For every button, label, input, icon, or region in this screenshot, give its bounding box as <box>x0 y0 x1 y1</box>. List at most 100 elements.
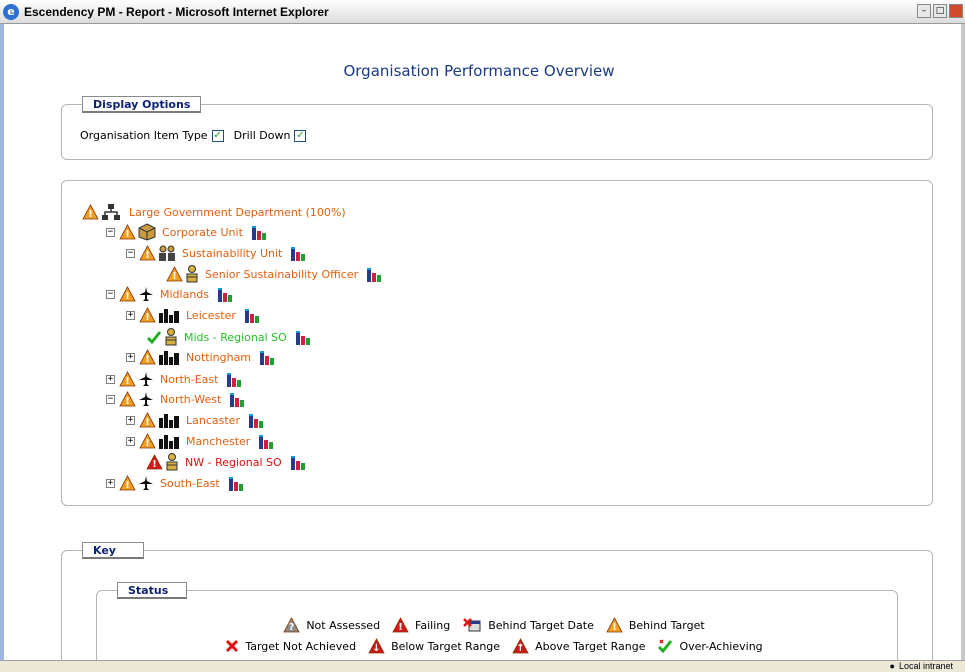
tree-row[interactable]: −! North-West <box>106 389 245 409</box>
tree-row[interactable]: ! Large Government Department (100%) <box>82 202 346 222</box>
expand-toggle-icon[interactable]: + <box>106 374 115 384</box>
behind-target-icon: ! <box>606 617 623 633</box>
expand-toggle-icon[interactable]: + <box>126 352 135 362</box>
status-key-item: ! Behind Target <box>606 617 705 633</box>
status-key-label: Target Not Achieved <box>245 639 357 653</box>
collapse-toggle-icon[interactable]: − <box>106 289 115 299</box>
tree-item-label[interactable]: North-West <box>160 393 221 406</box>
tree-row[interactable]: Mids - Regional SO <box>146 327 311 347</box>
svg-text:!: ! <box>398 622 403 633</box>
drill-down-label: Drill Down <box>233 129 291 142</box>
group-icon <box>158 244 176 262</box>
status-key-label: Not Assessed <box>306 618 381 632</box>
status-key-item: Behind Target Date <box>462 617 594 633</box>
svg-text:!: ! <box>125 480 130 491</box>
tree-row[interactable]: +! South-East <box>106 473 244 493</box>
tree-row[interactable]: −! Midlands <box>106 284 233 304</box>
status-key-label: Over-Achieving <box>679 639 763 653</box>
behind-target-icon: ! <box>139 412 156 428</box>
behind-target-icon: ! <box>119 391 136 407</box>
tree-item-label[interactable]: Sustainability Unit <box>182 247 282 260</box>
security-zone: ● Local intranet <box>890 661 953 671</box>
status-key-row-1: ? Not Assessed! Failing Behind Target Date!… <box>97 617 897 633</box>
tree-item-label[interactable]: Nottingham <box>186 351 251 364</box>
status-key-item: ↑ Above Target Range <box>512 638 645 654</box>
drill-down-checkbox[interactable]: ✓ <box>294 129 307 142</box>
performance-chart-icon[interactable] <box>226 371 242 387</box>
performance-chart-icon[interactable] <box>295 329 311 345</box>
expand-toggle-icon[interactable]: + <box>126 436 135 446</box>
browser-statusbar: ● Local intranet <box>0 660 965 672</box>
tree-item-label[interactable]: North-East <box>160 373 218 386</box>
status-key-label: Behind Target Date <box>488 618 594 632</box>
svg-text:!: ! <box>612 622 617 633</box>
expand-toggle-icon[interactable]: + <box>106 478 115 488</box>
tree-item-label[interactable]: Midlands <box>160 288 209 301</box>
tree-row[interactable]: +! North-East <box>106 369 242 389</box>
city-icon <box>158 412 180 428</box>
performance-chart-icon[interactable] <box>366 266 382 282</box>
over-achieving-icon <box>657 638 673 654</box>
collapse-toggle-icon[interactable]: − <box>106 227 115 237</box>
expand-toggle-icon[interactable]: + <box>126 415 135 425</box>
tree-item-label[interactable]: Senior Sustainability Officer <box>205 268 358 281</box>
tree-row[interactable]: ! Senior Sustainability Officer <box>166 264 382 284</box>
plane-icon <box>138 391 154 407</box>
failing-icon: ! <box>392 617 409 633</box>
status-key-label: Failing <box>415 618 451 632</box>
tree-row[interactable]: +! Leicester <box>126 305 260 325</box>
svg-text:↓: ↓ <box>372 643 380 654</box>
tree-row[interactable]: ! NW - Regional SO <box>146 452 306 472</box>
tree-item-label[interactable]: Corporate Unit <box>162 226 243 239</box>
status-key-label: Above Target Range <box>535 639 646 653</box>
performance-chart-icon[interactable] <box>290 245 306 261</box>
tree-row[interactable]: +! Lancaster <box>126 410 264 430</box>
collapse-toggle-icon[interactable]: − <box>126 248 135 258</box>
svg-text:!: ! <box>145 438 150 449</box>
expand-toggle-icon[interactable]: + <box>126 310 135 320</box>
tree-item-label[interactable]: Leicester <box>186 309 236 322</box>
performance-chart-icon[interactable] <box>229 391 245 407</box>
window-title: Escendency PM - Report - Microsoft Inter… <box>24 4 329 19</box>
performance-chart-icon[interactable] <box>217 286 233 302</box>
city-icon <box>158 349 180 365</box>
performance-chart-icon[interactable] <box>259 349 275 365</box>
performance-chart-icon[interactable] <box>290 454 306 470</box>
performance-chart-icon[interactable] <box>258 433 274 449</box>
person-icon <box>165 453 179 471</box>
tree-item-label[interactable]: Large Government Department (100%) <box>129 206 346 219</box>
tree-item-label[interactable]: Mids - Regional SO <box>184 331 287 344</box>
report-content: Organisation Performance Overview Displa… <box>0 24 965 660</box>
minimize-button[interactable]: – <box>917 4 931 18</box>
tree-row[interactable]: +! Manchester <box>126 431 274 451</box>
collapse-toggle-icon[interactable]: − <box>106 394 115 404</box>
cross-icon <box>225 639 239 653</box>
hierarchy-icon <box>101 203 121 221</box>
tree-item-label[interactable]: Lancaster <box>186 414 240 427</box>
performance-chart-icon[interactable] <box>248 412 264 428</box>
behind-target-icon: ! <box>82 204 99 220</box>
failing-icon: ! <box>146 454 163 470</box>
behind-target-icon: ! <box>139 433 156 449</box>
tree-item-label[interactable]: South-East <box>160 477 220 490</box>
vertical-scrollbar[interactable] <box>961 24 965 660</box>
behind-date-icon <box>462 617 482 633</box>
tree-row[interactable]: +! Nottingham <box>126 347 275 367</box>
performance-chart-icon[interactable] <box>228 475 244 491</box>
window-titlebar: e Escendency PM - Report - Microsoft Int… <box>0 0 965 24</box>
performance-chart-icon[interactable] <box>251 224 267 240</box>
tree-row[interactable]: −! Sustainability Unit <box>126 243 306 263</box>
svg-text:!: ! <box>88 209 93 220</box>
status-key-item: ! Failing <box>392 617 450 633</box>
svg-text:!: ! <box>125 376 130 387</box>
close-button[interactable] <box>949 4 963 18</box>
tree-item-label[interactable]: Manchester <box>186 435 250 448</box>
intranet-icon: ● <box>889 661 895 671</box>
maximize-button[interactable]: □ <box>933 4 947 18</box>
performance-chart-icon[interactable] <box>244 307 260 323</box>
svg-text:!: ! <box>145 250 150 261</box>
tree-item-label[interactable]: NW - Regional SO <box>185 456 282 469</box>
tree-row[interactable]: −! Corporate Unit <box>106 222 267 242</box>
svg-text:!: ! <box>145 354 150 365</box>
org-item-type-checkbox[interactable]: ✓ <box>211 129 224 142</box>
